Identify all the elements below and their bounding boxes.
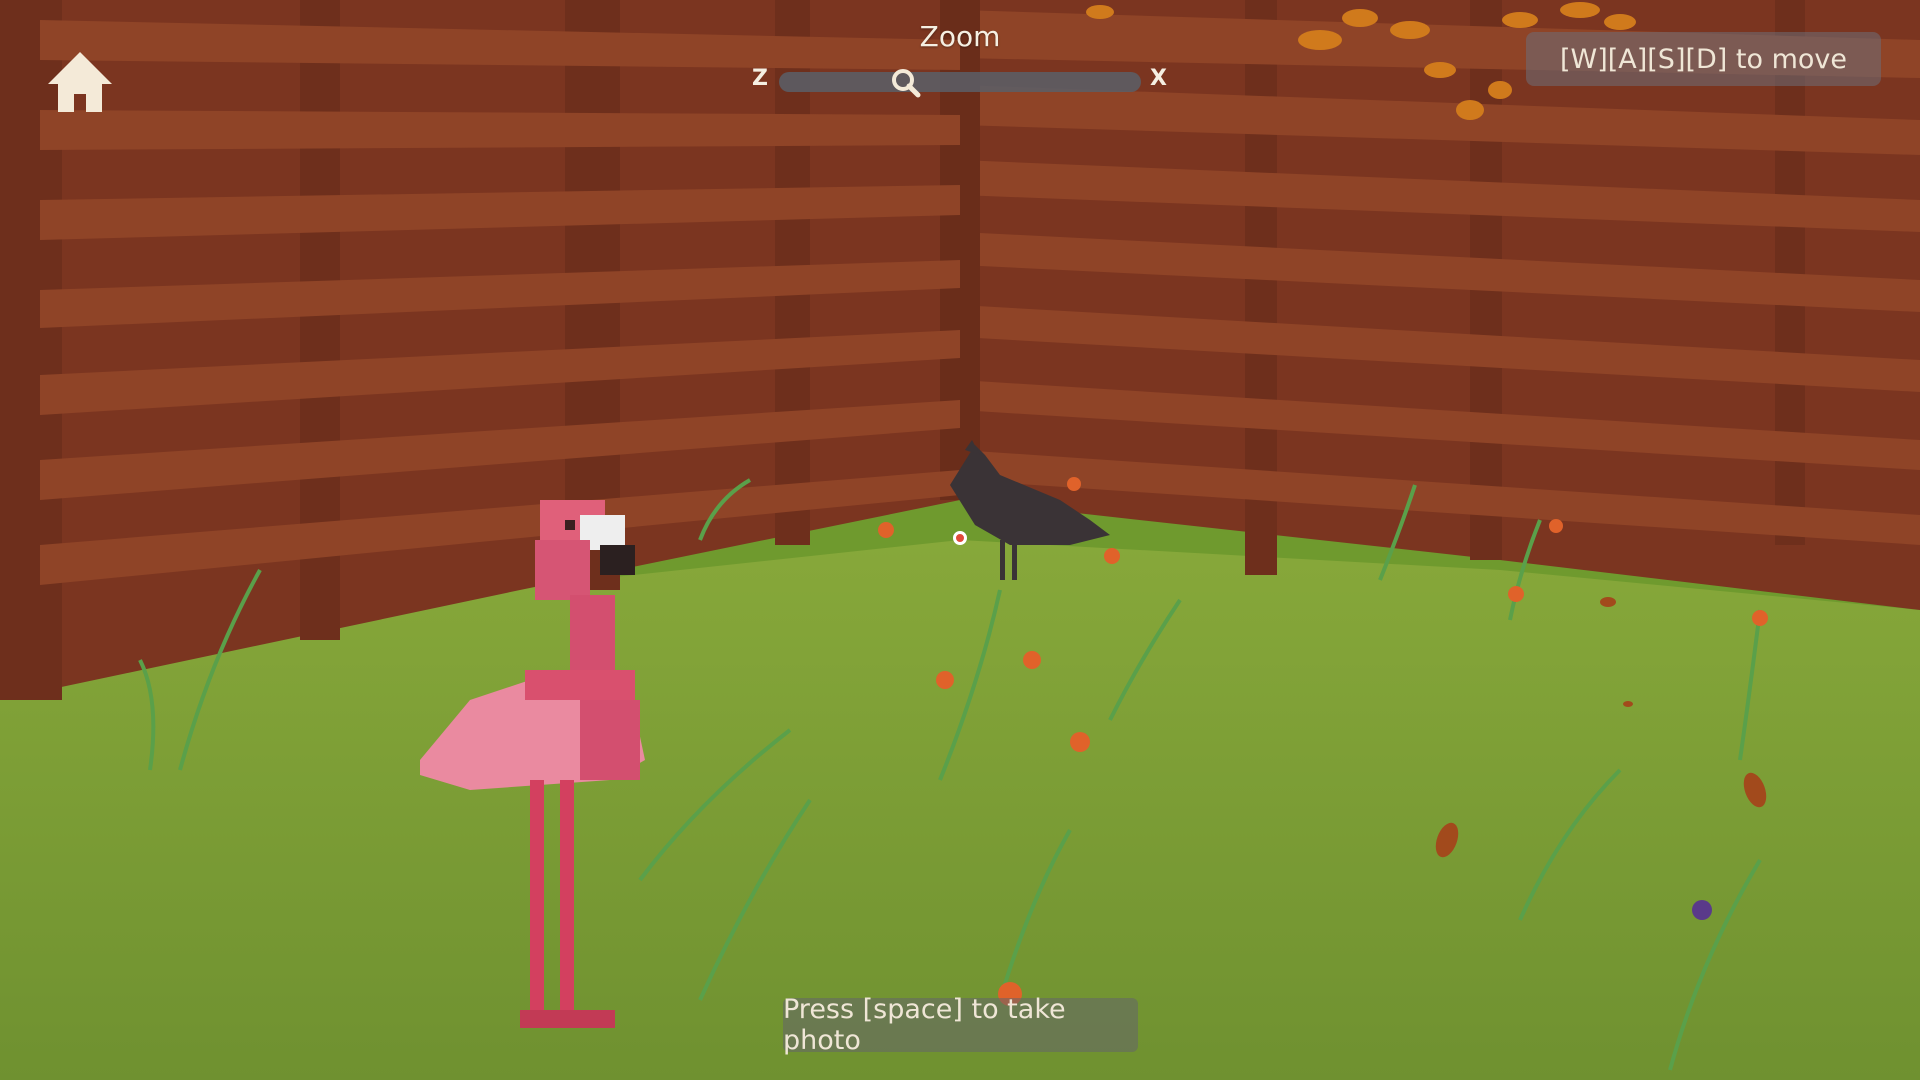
zoom-slider-handle[interactable] — [889, 66, 923, 100]
home-icon — [48, 52, 112, 112]
zoom-slider[interactable] — [779, 72, 1141, 92]
camera-reticle — [953, 531, 967, 545]
move-hint-text: [W][A][S][D] to move — [1559, 43, 1848, 75]
zoom-in-key: X — [1150, 66, 1167, 91]
home-button[interactable] — [44, 46, 116, 118]
zoom-out-key: Z — [752, 66, 768, 91]
photo-hint-text: Press [space] to take photo — [783, 994, 1066, 1056]
magnifier-icon — [891, 69, 921, 98]
photo-hint: Press [space] to take photo — [783, 994, 1138, 1056]
purple-flower — [1692, 900, 1712, 920]
zoom-title: Zoom — [919, 20, 1001, 53]
move-hint: [W][A][S][D] to move — [1526, 32, 1881, 86]
